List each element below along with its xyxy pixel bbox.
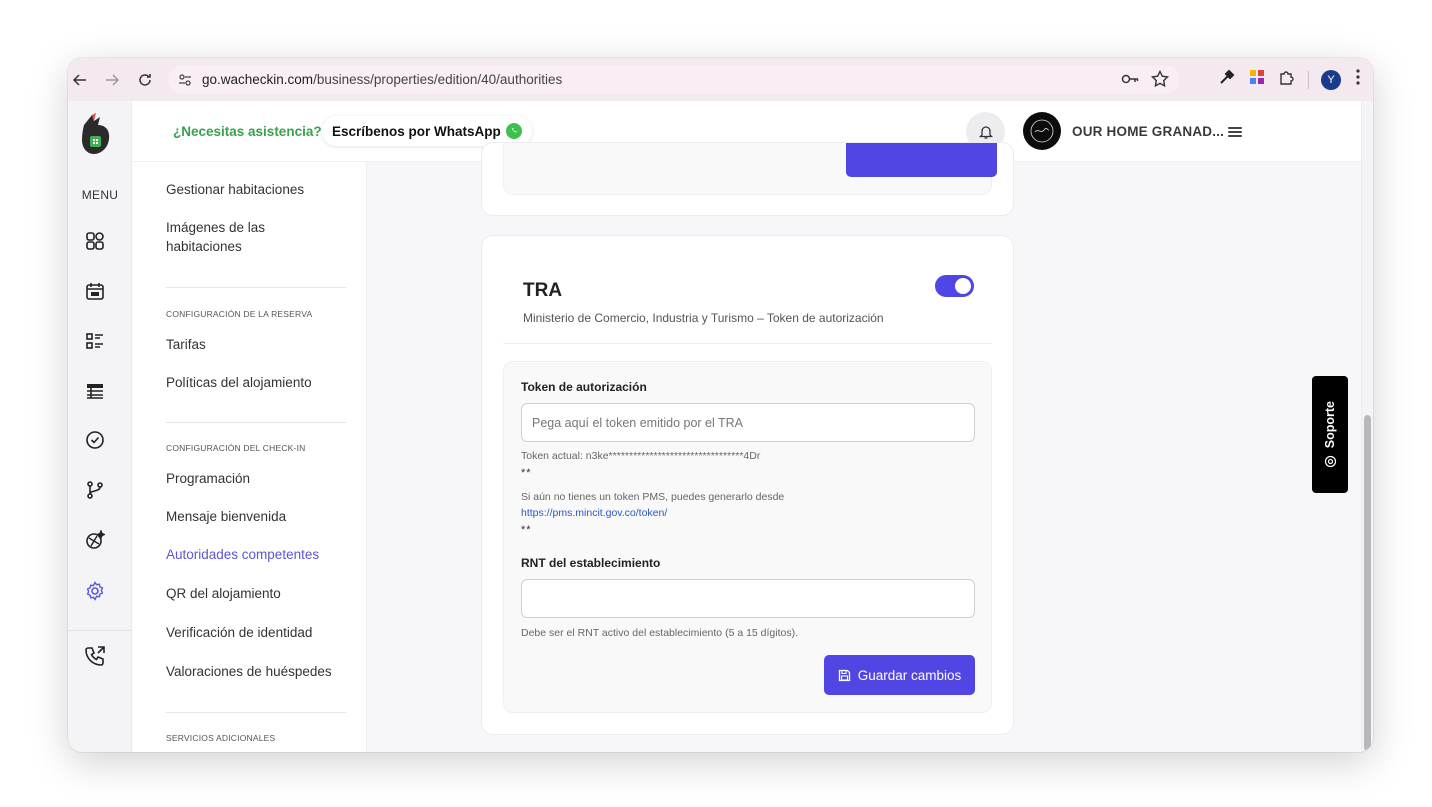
check-circle-icon[interactable] [84, 429, 106, 451]
pms-help-text: Si aún no tienes un token PMS, puedes ge… [521, 491, 785, 503]
git-branch-icon[interactable] [84, 479, 106, 501]
submenu-item-identity-verification[interactable]: Verificación de identidad [166, 623, 312, 642]
tra-enabled-toggle[interactable] [935, 275, 974, 297]
token-stars-2: ** [521, 524, 532, 536]
extension-icons: Y [1218, 68, 1363, 91]
token-input[interactable] [521, 403, 975, 442]
back-button[interactable] [69, 69, 91, 91]
rnt-help-text: Debe ser el RNT activo del establecimien… [521, 627, 799, 639]
settings-submenu: Gestionar habitaciones Imágenes de las h… [133, 162, 367, 752]
toggle-knob [955, 278, 971, 294]
submenu-divider [166, 712, 346, 713]
eyedropper-icon[interactable] [1218, 68, 1236, 91]
whatsapp-label: Escríbenos por WhatsApp [332, 123, 501, 139]
submenu-item-manage-rooms[interactable]: Gestionar habitaciones [166, 180, 304, 199]
icon-rail: MENU [68, 101, 132, 752]
previous-authority-card [481, 142, 1014, 216]
address-bar[interactable]: go.wacheckin.com/business/properties/edi… [168, 65, 1180, 94]
submenu-item-guest-reviews[interactable]: Valoraciones de huéspedes [166, 662, 332, 681]
site-settings-icon[interactable] [176, 71, 194, 89]
puzzle-extensions-icon[interactable] [1278, 68, 1296, 91]
section-booking-config: CONFIGURACIÓN DE LA RESERVA [166, 309, 313, 319]
bell-icon [978, 125, 993, 139]
bookmark-star-icon[interactable] [1150, 69, 1170, 94]
dashboard-icon[interactable] [84, 230, 106, 252]
support-headset-icon [1324, 455, 1336, 467]
tra-form: Token de autorización Token actual: n3ke… [503, 361, 992, 713]
submenu-item-property-qr[interactable]: QR del alojamiento [166, 584, 281, 603]
rail-divider [68, 630, 132, 631]
hamburger-menu-icon[interactable] [1228, 127, 1242, 137]
token-current: Token actual: n3ke**********************… [521, 450, 761, 462]
property-name[interactable]: OUR HOME GRANAD... [1072, 124, 1224, 139]
support-label: Soporte [1323, 401, 1337, 449]
pms-token-link[interactable]: https://pms.mincit.gov.co/token/ [521, 507, 667, 519]
main-content: TRA Ministerio de Comercio, Industria y … [367, 142, 1361, 752]
table-icon[interactable] [84, 380, 106, 402]
url-actions [1120, 69, 1170, 94]
menu-label: MENU [81, 188, 119, 202]
floppy-disk-icon [838, 669, 850, 681]
previous-save-button[interactable] [846, 143, 997, 177]
submenu-divider [166, 422, 346, 423]
support-tab[interactable]: Soporte [1312, 376, 1348, 493]
app-root: MENU ¿Necesitas asistencia? Escríbenos p… [68, 101, 1373, 752]
save-changes-button[interactable]: Guardar cambios [824, 655, 975, 695]
list-icon[interactable] [84, 330, 106, 352]
card-title: TRA [523, 280, 563, 301]
url-host: go.wacheckin.com [202, 72, 314, 87]
arrow-left-icon [73, 74, 86, 86]
reload-button[interactable] [134, 69, 156, 91]
previous-form-box [503, 143, 997, 195]
card-subtitle: Ministerio de Comercio, Industria y Turi… [523, 311, 884, 325]
url-text: go.wacheckin.com/business/properties/edi… [202, 72, 562, 87]
calendar-icon[interactable] [84, 280, 106, 302]
save-changes-label: Guardar cambios [857, 667, 962, 683]
submenu-item-scheduling[interactable]: Programación [166, 469, 250, 488]
arrow-right-icon [106, 74, 119, 86]
submenu-item-authorities[interactable]: Autoridades competentes [166, 545, 319, 564]
password-key-icon[interactable] [1120, 69, 1140, 94]
kebab-menu-icon[interactable] [1353, 68, 1363, 91]
phone-icon[interactable] [84, 645, 106, 667]
browser-toolbar: go.wacheckin.com/business/properties/edi… [68, 58, 1373, 101]
color-extension-icon[interactable] [1248, 68, 1266, 91]
tra-authority-card: TRA Ministerio de Comercio, Industria y … [481, 235, 1014, 735]
submenu-item-rates[interactable]: Tarifas [166, 335, 206, 354]
section-additional-services: SERVICIOS ADICIONALES [166, 733, 276, 743]
property-avatar[interactable] [1023, 112, 1061, 150]
submenu-item-policies[interactable]: Políticas del alojamiento [166, 373, 312, 392]
rnt-input[interactable] [521, 579, 975, 618]
whatsapp-icon [505, 123, 522, 139]
profile-avatar[interactable]: Y [1321, 69, 1341, 90]
token-stars-1: ** [521, 467, 532, 479]
settings-icon[interactable] [84, 580, 106, 602]
token-label: Token de autorización [521, 380, 647, 394]
submenu-divider [166, 287, 346, 288]
toolbar-divider [1308, 70, 1309, 89]
browser-window: go.wacheckin.com/business/properties/edi… [68, 58, 1373, 752]
card-divider [503, 343, 992, 344]
rnt-label: RNT del establecimiento [521, 556, 661, 570]
url-path: /business/properties/edition/40/authorit… [313, 72, 563, 87]
sparkle-lens-icon[interactable] [84, 529, 106, 551]
submenu-item-room-images[interactable]: Imágenes de las habitaciones [166, 218, 306, 256]
scrollbar-thumb[interactable] [1364, 415, 1371, 751]
help-question: ¿Necesitas asistencia? [173, 124, 322, 139]
reload-icon [139, 74, 151, 86]
page-scrollbar[interactable] [1361, 101, 1373, 752]
wacheckin-logo-icon[interactable] [80, 111, 112, 155]
submenu-item-welcome-message[interactable]: Mensaje bienvenida [166, 507, 286, 526]
forward-button[interactable] [101, 69, 123, 91]
section-checkin-config: CONFIGURACIÓN DEL CHECK-IN [166, 443, 306, 453]
